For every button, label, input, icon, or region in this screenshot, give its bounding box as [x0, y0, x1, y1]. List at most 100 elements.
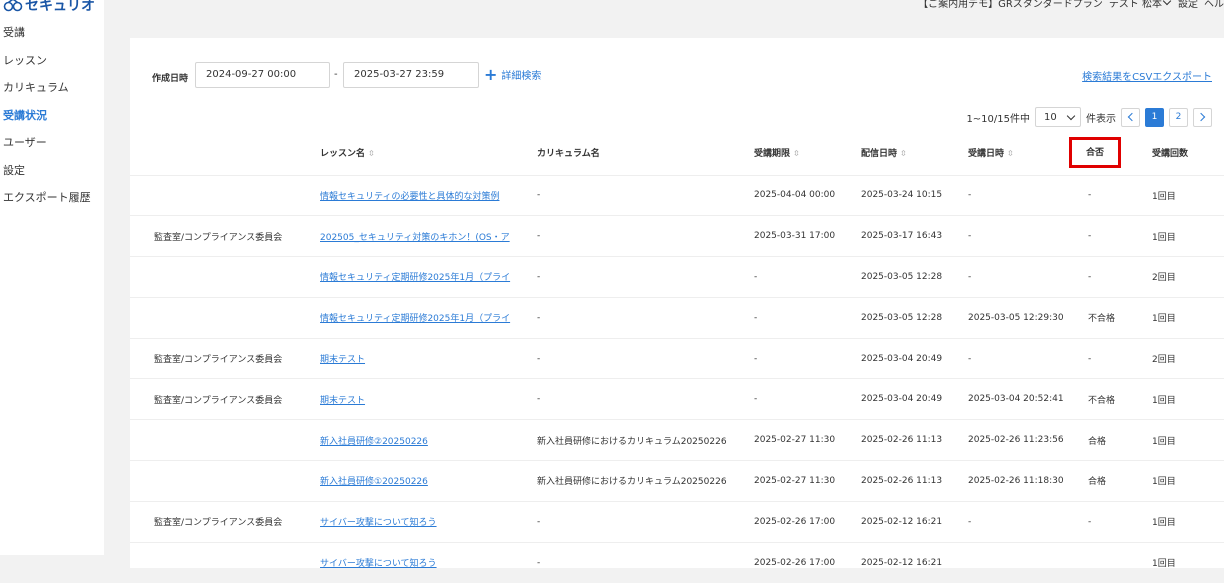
lesson-cell: 情報セキュリティ定期研修2025年1月（プライ: [320, 296, 537, 339]
curriculum-cell: -: [537, 516, 541, 527]
header-delivered[interactable]: 配信日時 ⇳: [861, 130, 968, 175]
deadline-cell: -: [754, 271, 758, 282]
page-1-button[interactable]: 1: [1145, 107, 1164, 127]
group-cell: [130, 460, 320, 502]
delivered-cell: 2025-02-12 16:21: [861, 557, 943, 568]
header-lesson[interactable]: レッスン名 ⇳: [320, 130, 537, 175]
sidebar-item-users[interactable]: ユーザー: [3, 136, 91, 164]
curriculum-cell: -: [537, 296, 754, 339]
lesson-link[interactable]: サイバー攻撃について知ろう: [320, 518, 437, 528]
sidebar-item-attendance-status[interactable]: 受講状況: [3, 109, 91, 137]
deadline-cell: -: [754, 394, 758, 405]
table-row[interactable]: 情報セキュリティ定期研修2025年1月（プライ - - 2025-03-05 12:2…: [130, 296, 1224, 339]
date-end-input[interactable]: 2025-03-27 23:59: [343, 62, 479, 88]
delivered-cell: 2025-02-12 16:21: [861, 541, 968, 583]
table-row[interactable]: 監査室/コンプライアンス委員会 サイバー攻撃について知ろう - 2025-02-26 …: [130, 500, 1224, 543]
taken-cell: 2025-02-26 11:18:30: [968, 460, 1088, 502]
header-count: 受講回数: [1152, 130, 1224, 175]
result-header-highlight: 合否: [1069, 136, 1122, 168]
taken-cell: 2025-03-04 20:52:41: [968, 394, 1064, 405]
csv-export-link[interactable]: 検索結果をCSVエクスポート: [1082, 68, 1212, 83]
pagination: 1~10/15件中 10 件表示 1 2: [966, 107, 1212, 127]
curriculum-cell: -: [537, 394, 541, 405]
lesson-link[interactable]: 情報セキュリティ定期研修2025年1月（プライ: [320, 273, 510, 283]
count-cell: 1回目: [1152, 174, 1224, 216]
lesson-cell: 期末テスト: [320, 337, 537, 379]
advanced-search-button[interactable]: + 詳細検索: [484, 64, 542, 84]
lesson-cell: サイバー攻撃について知ろう: [320, 541, 537, 583]
group-cell: [130, 296, 320, 339]
result-cell: -: [1088, 271, 1092, 282]
advanced-search-label: 詳細検索: [501, 71, 542, 82]
group-cell: [130, 541, 320, 583]
curriculum-cell: 新入社員研修におけるカリキュラム20250226: [537, 436, 727, 447]
sort-icon: ⇳: [1007, 148, 1014, 158]
sort-icon: ⇳: [368, 148, 375, 158]
taken-cell: -: [968, 256, 1088, 298]
header-deadline[interactable]: 受講期限 ⇳: [754, 130, 861, 175]
group-cell: [130, 256, 320, 298]
help-link[interactable]: ヘル: [1204, 0, 1224, 10]
app-logo[interactable]: セキュリオ: [3, 0, 95, 16]
sidebar-item-export-history[interactable]: エクスポート履歴: [3, 191, 91, 219]
curriculum-cell: -: [537, 337, 754, 379]
delivered-cell: 2025-03-04 20:49: [861, 394, 943, 405]
chevron-down-icon: [1162, 0, 1172, 6]
group-cell: 監査室/コンプライアンス委員会: [130, 500, 320, 543]
curriculum-cell: -: [537, 215, 754, 257]
group-cell: 監査室/コンプライアンス委員会: [154, 395, 283, 406]
lesson-link[interactable]: 期末テスト: [320, 396, 365, 406]
delivered-cell: 2025-02-12 16:21: [861, 500, 968, 543]
table-row[interactable]: 監査室/コンプライアンス委員会 202505_セキュリティ対策のキホン！(OS・ア…: [130, 215, 1224, 257]
date-start-input[interactable]: 2024-09-27 00:00: [195, 62, 330, 88]
taken-cell: -: [968, 353, 972, 364]
deadline-cell: 2025-02-27 11:30: [754, 460, 861, 502]
group-cell: 監査室/コンプライアンス委員会: [154, 355, 283, 366]
table-row[interactable]: 情報セキュリティ定期研修2025年1月（プライ - - 2025-03-05 12:2…: [130, 256, 1224, 298]
next-page-button[interactable]: [1193, 107, 1212, 127]
prev-page-button[interactable]: [1121, 107, 1140, 127]
result-cell: 不合格: [1088, 296, 1152, 339]
deadline-cell: 2025-04-04 00:00: [754, 190, 836, 201]
lesson-link[interactable]: 情報セキュリティ定期研修2025年1月（プライ: [320, 314, 510, 324]
chevron-right-icon: [1196, 112, 1206, 122]
header-count-label: 受講回数: [1152, 148, 1189, 159]
lesson-link[interactable]: サイバー攻撃について知ろう: [320, 559, 437, 569]
user-menu[interactable]: テスト 松本: [1109, 0, 1172, 10]
topbar-info: 【ご案内用デモ】GRスタンダードプラン テスト 松本 設定 ヘル: [918, 0, 1224, 10]
curriculum-cell: -: [537, 271, 541, 282]
delivered-cell: 2025-03-04 20:49: [861, 353, 943, 364]
settings-link[interactable]: 設定: [1178, 0, 1198, 10]
taken-cell: -: [968, 500, 1088, 543]
table-row[interactable]: サイバー攻撃について知ろう - 2025-02-26 17:00 2025-02-12…: [130, 541, 1224, 583]
lesson-cell: 新入社員研修②20250226: [320, 419, 537, 461]
result-cell: -: [1088, 174, 1152, 216]
page-2-button[interactable]: 2: [1169, 107, 1188, 127]
per-page-select[interactable]: 10: [1035, 107, 1081, 127]
group-cell: 監査室/コンプライアンス委員会: [130, 378, 320, 420]
header-curriculum: カリキュラム名: [537, 130, 754, 175]
sidebar-item-attend[interactable]: 受講: [3, 26, 91, 54]
deadline-cell: 2025-03-31 17:00: [754, 215, 861, 257]
lesson-link[interactable]: 202505_セキュリティ対策のキホン！(OS・ア: [320, 233, 510, 243]
delivered-cell: 2025-03-05 12:28: [861, 271, 943, 282]
count-cell: 1回目: [1152, 191, 1176, 202]
logo-text: セキュリオ: [25, 0, 95, 14]
table-row[interactable]: 情報セキュリティの必要性と具体的な対策例 - 2025-04-04 00:00 202…: [130, 174, 1224, 216]
lesson-link[interactable]: 新入社員研修①20250226: [320, 477, 428, 487]
table-row[interactable]: 監査室/コンプライアンス委員会 期末テスト - - 2025-03-04 20:49 20…: [130, 378, 1224, 420]
result-cell: -: [1088, 256, 1152, 298]
plus-icon: +: [484, 64, 498, 84]
sidebar-item-lessons[interactable]: レッスン: [3, 54, 91, 82]
lesson-link[interactable]: 新入社員研修②20250226: [320, 437, 428, 447]
lesson-link[interactable]: 期末テスト: [320, 355, 365, 365]
table-row[interactable]: 監査室/コンプライアンス委員会 期末テスト - - 2025-03-04 20:49 - -…: [130, 337, 1224, 379]
sidebar-item-curriculum[interactable]: カリキュラム: [3, 81, 91, 109]
table-row[interactable]: 新入社員研修②20250226 新入社員研修におけるカリキュラム20250226 2…: [130, 419, 1224, 461]
table-row[interactable]: 新入社員研修①20250226 新入社員研修におけるカリキュラム20250226 2…: [130, 460, 1224, 502]
count-cell: 1回目: [1152, 477, 1176, 488]
attendance-table: レッスン名 ⇳ カリキュラム名 受講期限 ⇳ 配信日時 ⇳ 受講日時 ⇳ 合否 受講回数…: [130, 130, 1224, 583]
curriculum-cell: -: [537, 378, 754, 420]
sidebar-item-settings[interactable]: 設定: [3, 164, 91, 192]
lesson-link[interactable]: 情報セキュリティの必要性と具体的な対策例: [320, 192, 499, 202]
